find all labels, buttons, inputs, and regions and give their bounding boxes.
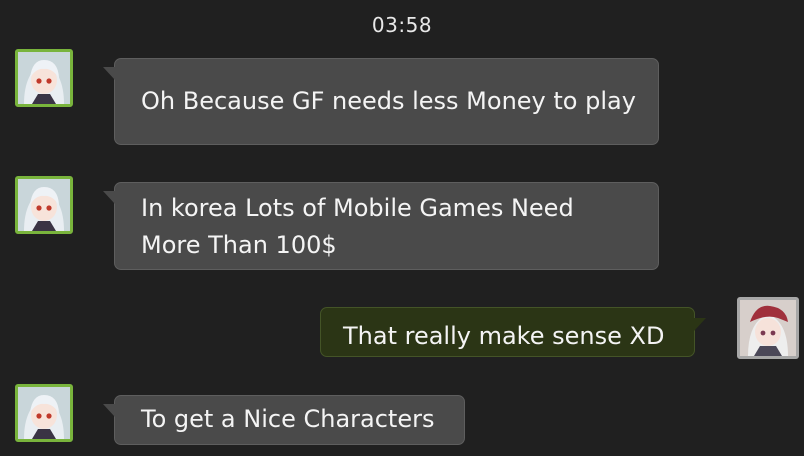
chat-message-player: That really make sense XD [320,307,706,357]
npc-avatar-icon[interactable] [15,49,73,107]
message-text: To get a Nice Characters [141,405,435,433]
chat-message-npc: To get a Nice Characters [103,395,465,445]
npc-avatar-icon[interactable] [15,384,73,442]
message-text-line-2: More Than 100$ [141,231,337,259]
message-text-line-1: In korea Lots of Mobile Games Need [141,194,574,222]
chat-message-npc: In korea Lots of Mobile Games Need More … [103,182,659,270]
chat-timestamp: 03:58 [371,13,433,37]
player-avatar-icon[interactable] [737,297,799,359]
chat-message-npc: Oh Because GF needs less Money to play [103,58,659,145]
message-text: That really make sense XD [343,322,665,350]
message-text: Oh Because GF needs less Money to play [141,87,636,115]
npc-avatar-icon[interactable] [15,176,73,234]
